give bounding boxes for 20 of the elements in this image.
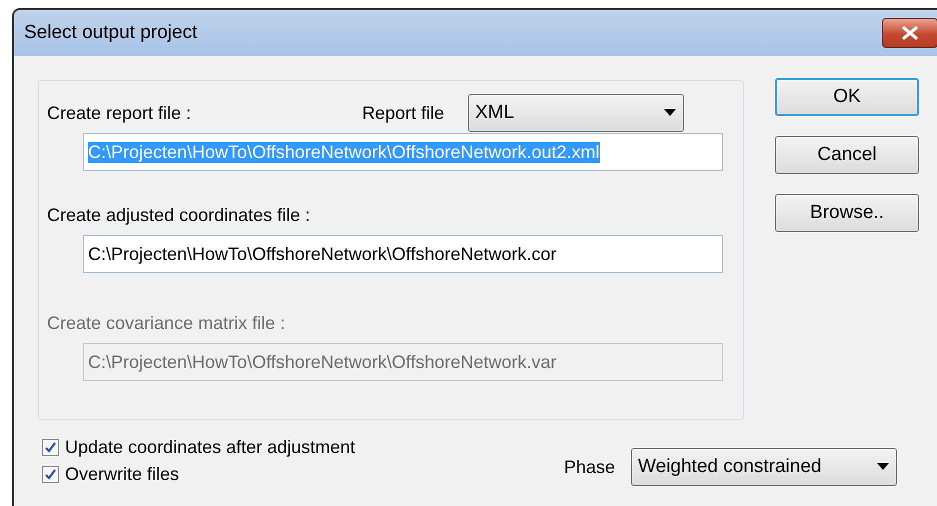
dialog-button[interactable]: Cancel <box>775 136 919 174</box>
section-label: Create adjusted coordinates file : <box>47 204 310 226</box>
window-title: Select output project <box>24 22 198 44</box>
input-field[interactable]: C:\Projecten\HowTo\OffshoreNetwork\OffshoreNetwork.cor <box>83 235 723 273</box>
phase-dropdown[interactable]: Weighted constrained <box>631 448 898 486</box>
dialog-button[interactable]: OK <box>775 78 919 116</box>
close-button[interactable] <box>882 18 937 48</box>
caret-icon <box>663 109 678 117</box>
section-label: Create report file : <box>47 102 192 124</box>
phase-label: Phase <box>564 456 616 478</box>
report-file-label: Report file <box>362 102 444 124</box>
section-label: Create covariance matrix file : <box>47 312 286 334</box>
caret-icon <box>876 463 890 471</box>
dialog-button[interactable]: Browse.. <box>775 194 919 232</box>
close-icon <box>901 26 919 40</box>
checkbox-label: Update coordinates after adjustment <box>65 437 356 458</box>
checkbox[interactable] <box>42 466 59 483</box>
report-file-dropdown[interactable]: XML <box>468 94 684 132</box>
checkbox-label: Overwrite files <box>65 464 180 485</box>
checkbox[interactable] <box>42 439 59 456</box>
